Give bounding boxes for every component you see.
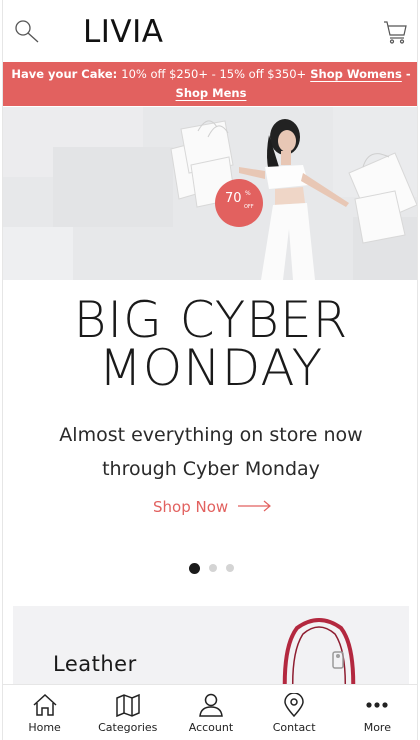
carousel-dot-1[interactable] <box>189 562 200 574</box>
promo-lead: Have your Cake: <box>11 67 118 81</box>
nav-contact-label: Contact <box>272 721 316 734</box>
nav-home-label: Home <box>28 721 61 734</box>
more-dots-icon <box>366 702 388 708</box>
shop-mens-link[interactable]: Shop Mens <box>176 86 247 100</box>
headline: BIG CYBER MONDAY <box>3 291 417 397</box>
search-icon[interactable] <box>13 18 41 46</box>
promo-offer: 10% off $250+ - 15% off $350+ <box>121 67 307 81</box>
map-icon <box>116 693 140 717</box>
nav-more-label: More <box>363 721 391 734</box>
badge-percent: % <box>245 190 251 197</box>
shop-womens-link[interactable]: Shop Womens <box>310 67 402 81</box>
promo-separator: - <box>405 67 411 81</box>
nav-more[interactable]: More <box>336 685 417 740</box>
nav-account-label: Account <box>188 721 234 734</box>
carousel-dot-2[interactable] <box>209 564 217 572</box>
location-pin-icon <box>284 693 304 717</box>
hero-photo <box>3 107 417 280</box>
discount-badge: 70 % OFF <box>215 179 263 227</box>
category-card-title: Leather <box>53 652 137 676</box>
badge-off: OFF <box>244 204 254 210</box>
hero-banner[interactable]: 70 % OFF <box>3 107 417 280</box>
nav-contact[interactable]: Contact <box>253 685 336 740</box>
nav-account[interactable]: Account <box>169 685 252 740</box>
brand-logo[interactable]: LIVIA <box>83 14 163 50</box>
carousel-dots <box>189 562 234 574</box>
cart-icon[interactable] <box>381 18 409 46</box>
shop-now-button[interactable]: Shop Now <box>153 496 272 518</box>
badge-number: 70 <box>225 191 242 206</box>
bottom-navigation: Home Categories Account Contact More <box>3 684 417 740</box>
home-icon <box>33 693 57 716</box>
category-card-leather[interactable]: Leather <box>13 606 409 696</box>
headline-line-2: MONDAY <box>98 339 324 397</box>
user-icon <box>199 693 223 717</box>
carousel-dot-3[interactable] <box>226 564 234 572</box>
top-header: LIVIA <box>3 0 417 62</box>
arrow-right-icon <box>238 498 272 516</box>
nav-categories[interactable]: Categories <box>86 685 169 740</box>
nav-home[interactable]: Home <box>3 685 86 740</box>
handbag-image <box>282 618 356 696</box>
hero-subtext: Almost everything on store now through C… <box>59 424 363 480</box>
headline-line-1: BIG CYBER <box>73 291 349 349</box>
shop-now-label: Shop Now <box>153 498 229 516</box>
nav-categories-label: Categories <box>98 721 158 734</box>
app-frame: LIVIA Have your Cake: 10% off $250+ - 15… <box>2 0 418 740</box>
promo-banner: Have your Cake: 10% off $250+ - 15% off … <box>3 62 417 106</box>
